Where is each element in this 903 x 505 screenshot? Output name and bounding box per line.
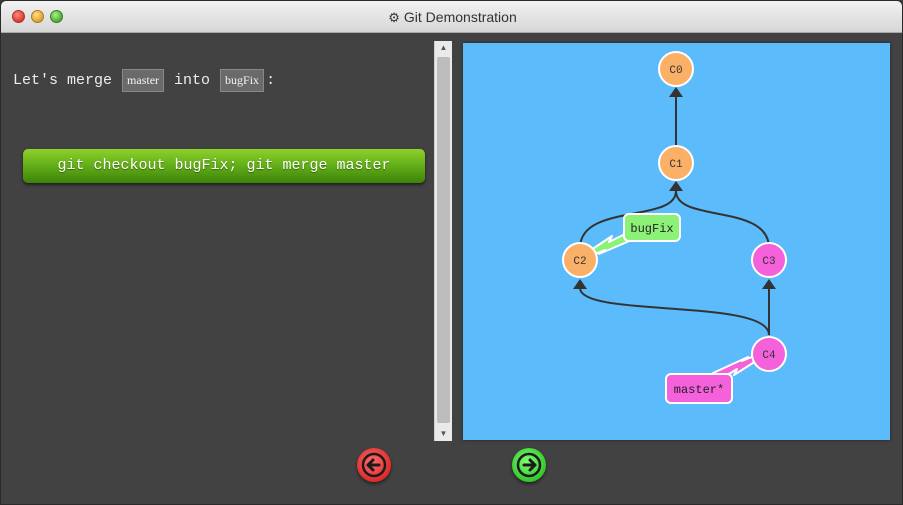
- edge-c3-c1: [675, 190, 770, 249]
- title-bar: ⚙ Git Demonstration: [1, 1, 902, 33]
- branch-arrows: [586, 230, 760, 383]
- commit-label-c0: C0: [669, 65, 682, 77]
- git-command-button[interactable]: git checkout bugFix; git merge master: [23, 149, 425, 183]
- back-button[interactable]: [357, 448, 391, 482]
- arrowhead-c2: [573, 279, 587, 289]
- arrow-left-icon: [361, 452, 387, 478]
- commit-label-c4: C4: [762, 350, 776, 362]
- source-branch-code: master: [122, 69, 165, 92]
- app-window: ⚙ Git Demonstration Let's merge master in…: [0, 0, 903, 505]
- instruction-text: Let's merge master into bugFix :: [13, 69, 275, 92]
- commit-label-c1: C1: [669, 159, 683, 171]
- arrow-right-icon: [516, 452, 542, 478]
- instruction-panel: Let's merge master into bugFix : git che…: [1, 33, 433, 441]
- instruction-middle: into: [174, 72, 211, 89]
- edge-arrowheads: [573, 87, 776, 289]
- instruction-prefix: Let's merge: [13, 72, 113, 89]
- commit-nodes: C0 C1 C2 C3 C4: [562, 51, 787, 372]
- vertical-scrollbar[interactable]: ▲ ▼: [434, 41, 452, 441]
- branch-label-bugfix: bugFix: [630, 222, 673, 236]
- scroll-up-arrow-icon[interactable]: ▲: [435, 41, 452, 55]
- commit-label-c3: C3: [762, 256, 775, 268]
- window-title-text: Git Demonstration: [403, 9, 517, 25]
- arrowhead-c0: [669, 87, 683, 97]
- branch-label-master: master*: [674, 383, 724, 397]
- git-graph-canvas: C0 C1 C2 C3 C4 bugFix master*: [463, 43, 890, 440]
- window-title: ⚙ Git Demonstration: [1, 1, 902, 33]
- commit-label-c2: C2: [573, 256, 586, 268]
- arrowhead-c3: [762, 279, 776, 289]
- forward-button[interactable]: [512, 448, 546, 482]
- edge-c4-c2: [579, 287, 770, 336]
- scroll-down-arrow-icon[interactable]: ▼: [435, 427, 452, 441]
- instruction-suffix: :: [266, 72, 276, 89]
- git-graph: C0 C1 C2 C3 C4 bugFix master*: [562, 51, 787, 404]
- gear-icon: ⚙: [388, 10, 400, 25]
- arrowhead-c1: [669, 181, 683, 191]
- target-branch-code: bugFix: [220, 69, 265, 92]
- scroll-thumb[interactable]: [437, 57, 450, 423]
